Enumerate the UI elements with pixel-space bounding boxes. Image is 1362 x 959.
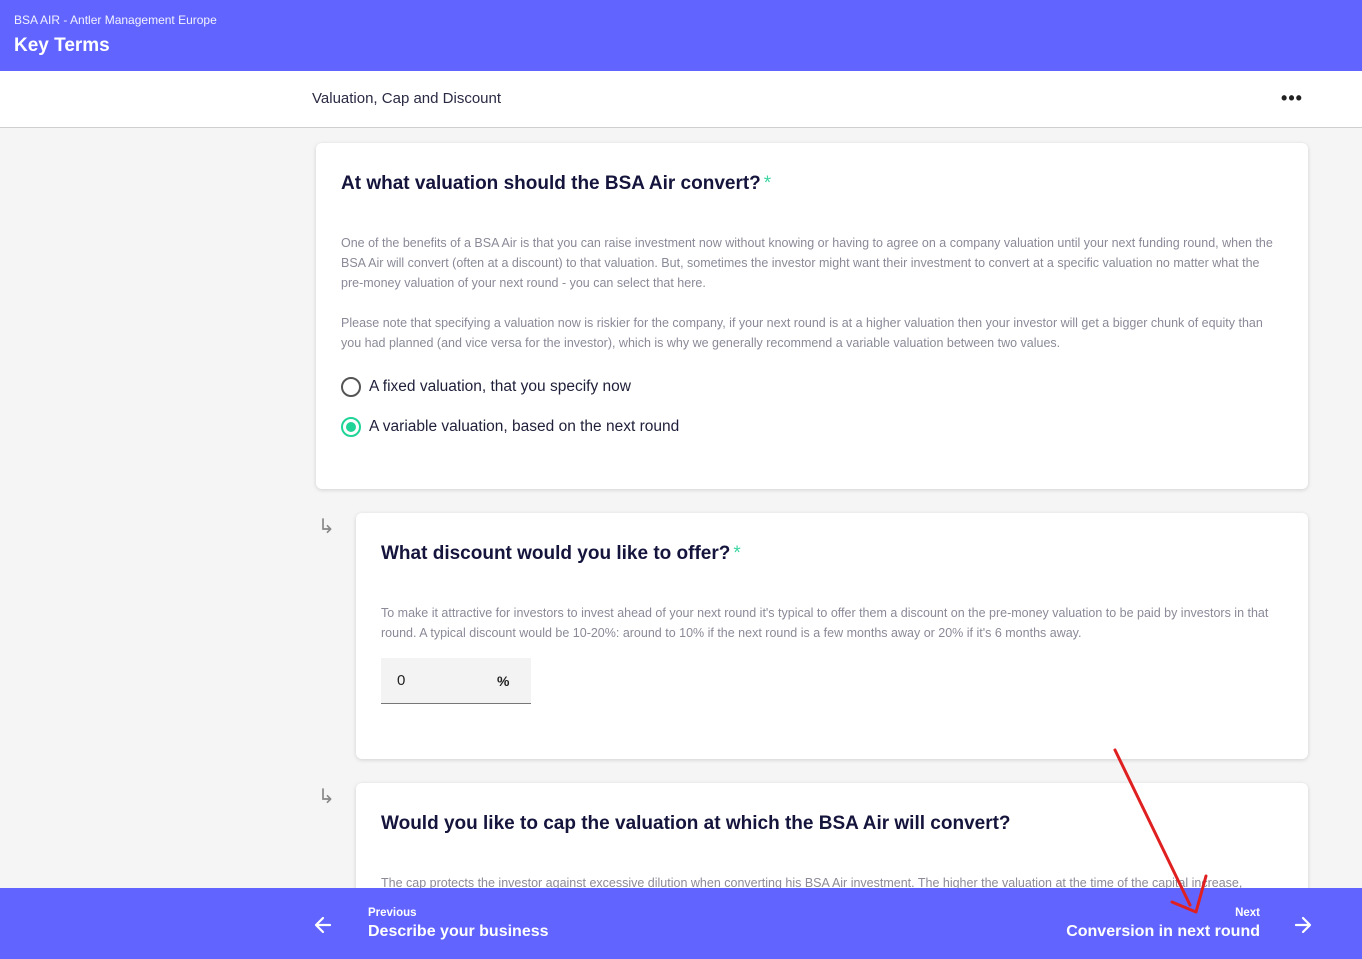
- bottom-navigation: Previous Describe your business Next Con…: [0, 888, 1362, 959]
- next-label: Next: [1235, 907, 1260, 919]
- question-description: One of the benefits of a BSA Air is that…: [341, 236, 1273, 290]
- previous-step-title: Describe your business: [368, 923, 549, 940]
- radio-button-selected[interactable]: [341, 417, 361, 437]
- top-header: BSA AIR - Antler Management Europe Key T…: [0, 0, 1362, 71]
- radio-option-fixed-valuation[interactable]: A fixed valuation, that you specify now: [341, 377, 631, 397]
- more-options-icon[interactable]: •••: [1278, 85, 1306, 113]
- section-header: Valuation, Cap and Discount •••: [0, 71, 1362, 128]
- next-button[interactable]: Next Conversion in next round: [1012, 888, 1312, 959]
- radio-label: A fixed valuation, that you specify now: [369, 378, 631, 395]
- question-title: What discount would you like to offer? *: [381, 543, 741, 564]
- arrow-right-icon: [1294, 916, 1312, 938]
- required-marker: *: [733, 543, 741, 564]
- radio-option-variable-valuation[interactable]: A variable valuation, based on the next …: [341, 417, 679, 437]
- subquestion-arrow-icon: ↳: [318, 786, 335, 808]
- previous-label: Previous: [368, 907, 417, 919]
- subquestion-arrow-icon: ↳: [318, 516, 335, 538]
- question-title: At what valuation should the BSA Air con…: [341, 173, 772, 194]
- question-description: To make it attractive for investors to i…: [381, 606, 1269, 640]
- next-step-title: Conversion in next round: [1066, 923, 1260, 940]
- previous-button[interactable]: Previous Describe your business: [312, 888, 572, 959]
- discount-input[interactable]: [397, 672, 487, 689]
- radio-label: A variable valuation, based on the next …: [369, 418, 680, 435]
- page-title: Key Terms: [14, 35, 110, 56]
- required-marker: *: [763, 173, 772, 194]
- arrow-left-icon: [314, 916, 332, 938]
- question-title: Would you like to cap the valuation at w…: [381, 813, 1011, 834]
- discount-input-field[interactable]: %: [381, 658, 531, 704]
- organization-name: BSA AIR - Antler Management Europe: [14, 13, 217, 27]
- radio-button[interactable]: [341, 377, 361, 397]
- section-title: Valuation, Cap and Discount: [312, 90, 502, 107]
- question-note: Please note that specifying a valuation …: [341, 316, 1263, 350]
- question-card-discount: What discount would you like to offer? * …: [356, 513, 1308, 759]
- percent-unit: %: [497, 672, 510, 689]
- question-card-valuation: At what valuation should the BSA Air con…: [316, 143, 1308, 489]
